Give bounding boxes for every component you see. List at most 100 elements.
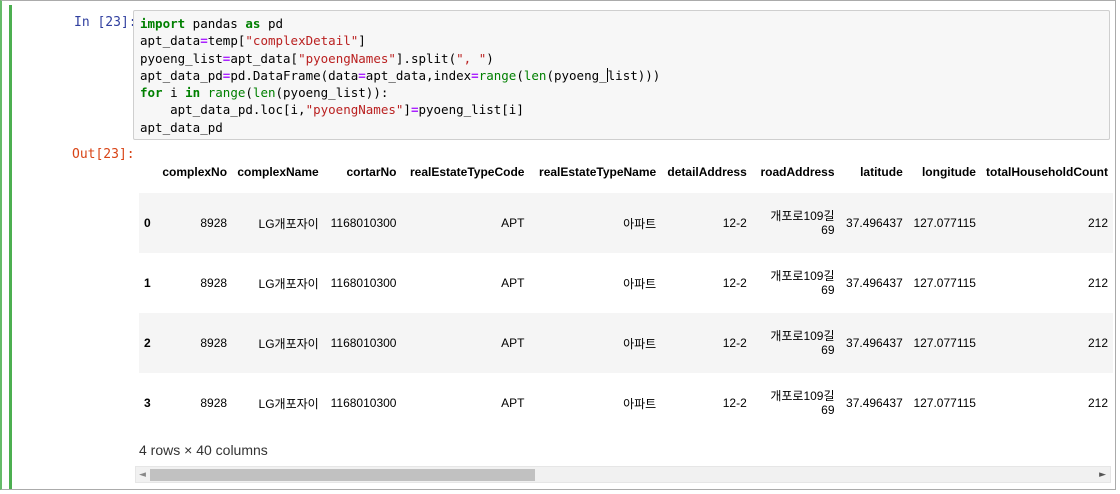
table-cell: 8928	[200, 396, 228, 410]
table-row: 0 8928 LG개포자이 1168010300 APT 아파트 12-2 개포…	[139, 193, 1113, 253]
table-cell: 37.496437	[846, 396, 903, 410]
code-token: temp[	[207, 33, 246, 49]
string-token: "pyoengNames"	[298, 50, 396, 66]
code-token: ].split(	[395, 50, 457, 66]
string-token: "pyoengNames"	[305, 102, 404, 118]
table-cell: 37.496437	[846, 216, 903, 230]
table-cell: APT	[501, 396, 525, 410]
table-cell: 212	[1087, 396, 1108, 410]
table-cell: APT	[501, 216, 525, 230]
scroll-left-icon[interactable]: ◄	[139, 468, 146, 482]
table-cell: 아파트	[623, 336, 657, 351]
table-cell-road-address: 개포로109길 69	[752, 253, 840, 313]
index-header	[139, 151, 157, 193]
table-cell: 127.077115	[913, 216, 976, 230]
keyword-import: import	[140, 16, 186, 31]
table-cell: 212	[1087, 216, 1108, 230]
road-address-line2: 69	[821, 223, 835, 237]
horizontal-scrollbar[interactable]: ◄ ►	[135, 466, 1111, 483]
row-index: 0	[144, 216, 151, 230]
table-cell: 127.077115	[913, 276, 976, 290]
string-token: ", "	[456, 50, 487, 66]
road-address-line2: 69	[821, 403, 835, 417]
cell-selection-bar	[9, 5, 12, 489]
code-token: pd	[260, 16, 284, 31]
row-index: 3	[144, 396, 151, 410]
code-token: i	[162, 85, 186, 101]
table-cell: 1168010300	[330, 276, 397, 290]
column-header: complexName	[237, 165, 319, 179]
operator-token: =	[200, 33, 208, 49]
code-line-2: apt_data=temp["complexDetail"]	[140, 33, 366, 48]
road-address-line1: 개포로109길	[770, 329, 835, 343]
code-editor[interactable]: import pandas as pd apt_data=temp["compl…	[133, 10, 1110, 140]
table-header-row: complexNo complexName cortarNo realEstat…	[139, 151, 1113, 193]
table-cell: 37.496437	[846, 336, 903, 350]
code-line-3: pyoeng_list=apt_data["pyoengNames"].spli…	[140, 51, 494, 66]
builtin-token: len	[252, 85, 276, 101]
table-cell: LG개포자이	[258, 396, 319, 411]
code-token: apt_data_pd	[140, 67, 223, 83]
builtin-token: range	[478, 67, 517, 83]
table-cell: 아파트	[623, 276, 657, 291]
code-line-7: apt_data_pd	[140, 119, 223, 135]
row-index: 1	[144, 276, 151, 290]
code-token: apt_data[	[230, 50, 299, 66]
keyword-as: as	[245, 16, 261, 31]
code-token: pyoeng_list	[140, 50, 223, 66]
column-header: longitude	[921, 165, 976, 179]
table-cell: LG개포자이	[258, 336, 319, 351]
row-index: 2	[144, 336, 151, 350]
road-address-line1: 개포로109길	[770, 389, 835, 403]
table-cell: 아파트	[623, 216, 657, 231]
table-cell-road-address: 개포로109길 69	[752, 373, 840, 433]
code-token: apt_data	[140, 33, 201, 49]
dataframe-output: complexNo complexName cortarNo realEstat…	[139, 151, 1113, 481]
operator-token: =	[358, 67, 366, 83]
table-cell: 212	[1087, 336, 1108, 350]
keyword-for: for	[140, 85, 163, 101]
table-row: 2 8928 LG개포자이 1168010300 APT 아파트 12-2 개포…	[139, 313, 1113, 373]
table-cell-road-address: 개포로109길 69	[752, 313, 840, 373]
code-token: (pyoeng_list)):	[275, 85, 389, 101]
column-header: realEstateTypeName	[539, 165, 657, 179]
output-prompt: Out[23]:	[72, 147, 135, 162]
code-text[interactable]: import pandas as pd apt_data=temp["compl…	[140, 15, 660, 136]
table-cell: 12-2	[722, 336, 747, 350]
scroll-right-icon[interactable]: ►	[1099, 468, 1106, 482]
column-header: complexNo	[162, 165, 228, 179]
table-cell: 127.077115	[913, 336, 976, 350]
table-cell: 127.077115	[913, 396, 976, 410]
code-token: pandas	[185, 16, 246, 31]
code-line-4: apt_data_pd=pd.DataFrame(data=apt_data,i…	[140, 67, 661, 83]
table-cell: 1168010300	[330, 336, 397, 350]
table-cell: LG개포자이	[258, 276, 319, 291]
table-row: 1 8928 LG개포자이 1168010300 APT 아파트 12-2 개포…	[139, 253, 1113, 313]
notebook-cell[interactable]: In [23]: import pandas as pd apt_data=te…	[0, 0, 1116, 490]
dataframe-shape-info: 4 rows × 40 columns	[139, 442, 268, 458]
table-cell: LG개포자이	[258, 216, 319, 231]
column-header: totalHouseholdCount	[986, 165, 1108, 179]
road-address-line2: 69	[821, 343, 835, 357]
dataframe-table: complexNo complexName cortarNo realEstat…	[139, 151, 1113, 433]
code-token: apt_data,index	[365, 67, 472, 83]
road-address-line1: 개포로109길	[770, 269, 835, 283]
code-token: apt_data_pd.loc[i,	[140, 102, 306, 118]
code-token: list)))	[607, 67, 661, 83]
table-cell: 8928	[200, 216, 228, 230]
table-row: 3 8928 LG개포자이 1168010300 APT 아파트 12-2 개포…	[139, 373, 1113, 433]
column-header: cortarNo	[346, 165, 397, 179]
table-cell: 12-2	[722, 276, 747, 290]
column-header: latitude	[860, 165, 903, 179]
code-token: ]	[403, 102, 411, 118]
table-cell: 212	[1087, 276, 1108, 290]
code-token: pyoeng_list[i]	[418, 102, 524, 118]
scrollbar-thumb[interactable]	[150, 469, 535, 481]
table-cell: 1168010300	[330, 216, 397, 230]
code-token: (	[516, 67, 524, 83]
code-line-5: for i in range(len(pyoeng_list)):	[140, 85, 388, 100]
road-address-line1: 개포로109길	[770, 209, 835, 223]
code-token: (pyoeng_	[546, 67, 607, 83]
table-cell: 12-2	[722, 396, 747, 410]
